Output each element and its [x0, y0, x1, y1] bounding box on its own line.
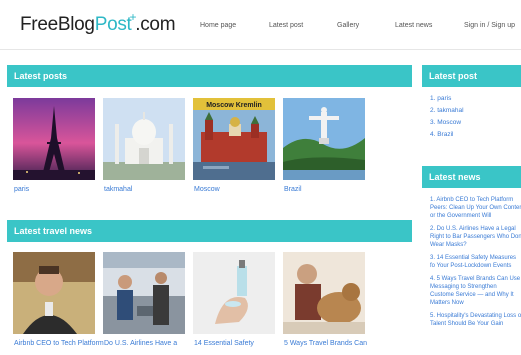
news-caption-4[interactable]: 5 Ways Travel Brands Can — [284, 340, 367, 347]
news-caption-3[interactable]: 14 Essential Safety — [194, 340, 254, 347]
sidebar-news-item-4[interactable]: 4. 5 Ways Travel Brands Can Use Messagin… — [430, 275, 521, 307]
logo-text-post: Post — [94, 14, 132, 35]
post-thumb-paris[interactable] — [13, 98, 95, 180]
sidebar-post-paris[interactable]: 1. paris — [430, 93, 464, 105]
post-thumb-moscow[interactable]: Moscow Kremlin — [193, 98, 275, 180]
news-thumb-2[interactable] — [103, 252, 185, 334]
news-1-image — [13, 252, 95, 334]
sidebar-news-item-2[interactable]: 2. Do U.S. Airlines Have a Legal Right t… — [430, 225, 521, 249]
nav-latest-news[interactable]: Latest news — [395, 22, 432, 29]
post-caption-takmahal[interactable]: takmahal — [104, 186, 132, 193]
sidebar-post-moscow[interactable]: 3. Moscow — [430, 117, 464, 129]
nav-gallery[interactable]: Gallery — [337, 22, 359, 29]
nav-latest-post[interactable]: Latest post — [269, 22, 303, 29]
news-thumb-1[interactable] — [13, 252, 95, 334]
sidebar-news-item-5[interactable]: 5. Hospitality's Devastating Loss o Tale… — [430, 312, 521, 328]
post-caption-brazil[interactable]: Brazil — [284, 186, 302, 193]
news-caption-1[interactable]: Airbnb CEO to Tech Platform — [14, 340, 104, 347]
sidebar-post-takmahal[interactable]: 2. takmahal — [430, 105, 464, 117]
sidebar-latest-post-list: 1. paris 2. takmahal 3. Moscow 4. Brazil — [430, 93, 464, 141]
sidebar-news-item-1[interactable]: 1. Airbnb CEO to Tech Platform Peers: Cl… — [430, 196, 521, 220]
sidebar-news-item-3[interactable]: 3. 14 Essential Safety Measures fo Your … — [430, 254, 521, 270]
sidebar-latest-news-heading: Latest news — [422, 166, 521, 188]
news-4-image — [283, 252, 365, 334]
post-thumb-takmahal[interactable] — [103, 98, 185, 180]
logo-plus: + — [129, 10, 137, 24]
latest-travel-news-heading: Latest travel news — [7, 220, 412, 242]
moscow-kremlin-image: Moscow Kremlin — [193, 98, 275, 180]
logo-text-freeblog: FreeBlog — [20, 14, 95, 35]
sidebar-latest-news-list: 1. Airbnb CEO to Tech Platform Peers: Cl… — [430, 196, 521, 333]
logo-text-com: .com — [135, 14, 176, 35]
paris-image — [13, 98, 95, 180]
post-caption-paris[interactable]: paris — [14, 186, 29, 193]
news-thumb-4[interactable] — [283, 252, 365, 334]
site-logo[interactable]: FreeBlogPost+.com — [20, 10, 176, 36]
moscow-kremlin-label: Moscow Kremlin — [206, 102, 262, 109]
post-thumb-brazil[interactable] — [283, 98, 365, 180]
latest-posts-heading: Latest posts — [7, 65, 412, 87]
takmahal-image — [103, 98, 185, 180]
sidebar-latest-post-heading: Latest post — [422, 65, 521, 87]
post-caption-moscow[interactable]: Moscow — [194, 186, 220, 193]
news-2-image — [103, 252, 185, 334]
brazil-image — [283, 98, 365, 180]
nav-home-page[interactable]: Home page — [200, 22, 236, 29]
news-thumb-3[interactable] — [193, 252, 275, 334]
nav-sign-in-sign-up[interactable]: Sign in / Sign up — [464, 22, 515, 29]
sidebar-post-brazil[interactable]: 4. Brazil — [430, 129, 464, 141]
header: FreeBlogPost+.com Home page Latest post … — [0, 0, 521, 50]
news-3-image — [193, 252, 275, 334]
news-caption-2[interactable]: Do U.S. Airlines Have a — [104, 340, 177, 347]
